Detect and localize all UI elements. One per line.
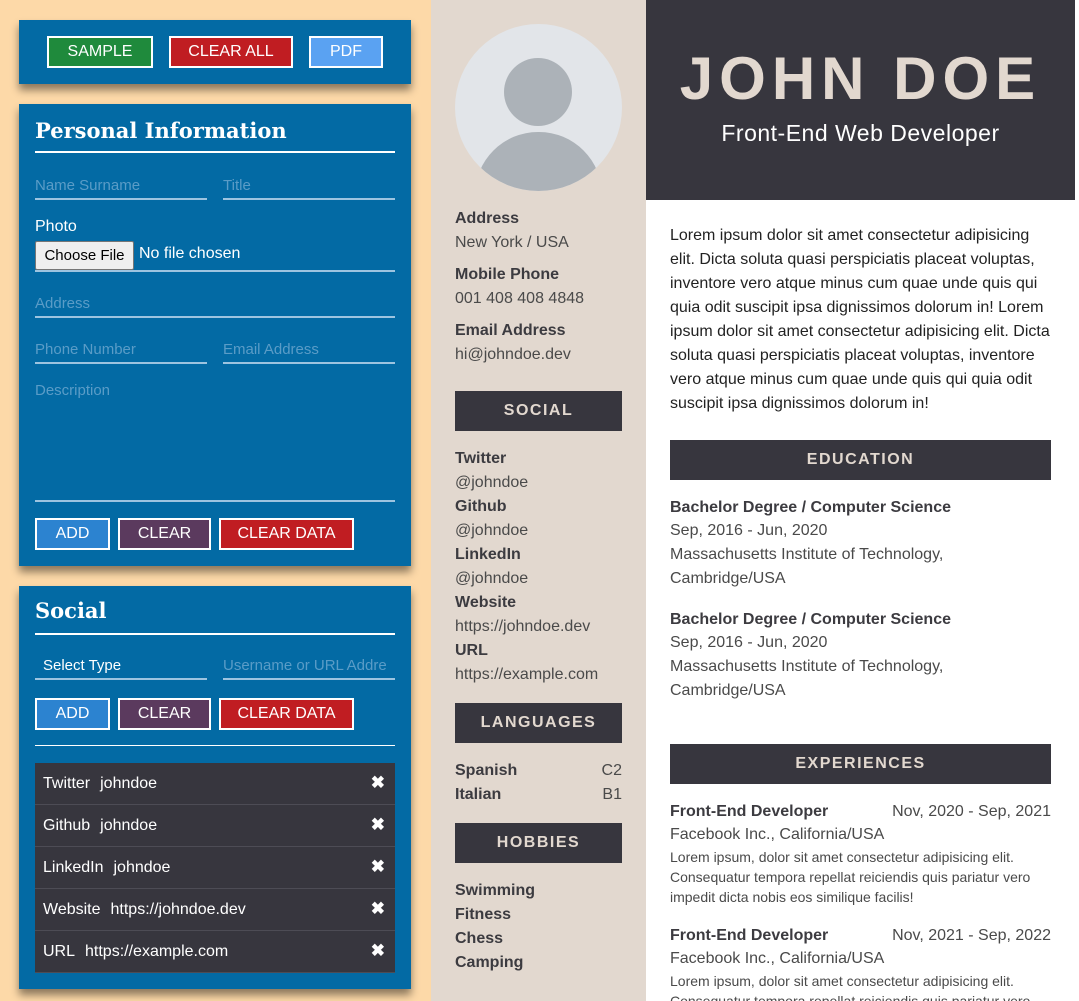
email-input[interactable]: Email Address	[223, 336, 395, 364]
social-value: @johndoe	[455, 474, 529, 491]
education-degree: Bachelor Degree / Computer Science	[670, 499, 951, 516]
social-list-item: LinkedIn johndoe ✖	[35, 847, 395, 889]
sample-button[interactable]: SAMPLE	[47, 36, 153, 68]
clear-personal-button[interactable]: CLEAR	[118, 518, 211, 550]
languages-heading: LANGUAGES	[455, 703, 622, 743]
education-degree: Bachelor Degree / Computer Science	[670, 611, 951, 628]
social-title: Social	[35, 598, 107, 623]
language-name: Italian	[455, 786, 502, 803]
cv-sidebar: Address New York / USA Mobile Phone 001 …	[431, 0, 646, 1001]
social-list-item: URL https://example.com ✖	[35, 931, 395, 973]
add-social-button[interactable]: ADD	[35, 698, 110, 730]
name-input[interactable]: Name Surname	[35, 172, 207, 200]
social-value: @johndoe	[455, 522, 529, 539]
close-icon[interactable]: ✖	[371, 815, 385, 835]
experience-role: Front-End Developer	[670, 803, 829, 820]
experience-company: Facebook Inc., California/USA	[670, 826, 885, 843]
social-label: LinkedIn	[455, 546, 521, 563]
language-level: C2	[601, 762, 622, 779]
title-input[interactable]: Title	[223, 172, 395, 200]
social-panel: Social Select Type Username or URL Addre…	[19, 586, 411, 989]
social-list-item: Twitter johndoe ✖	[35, 763, 395, 805]
email-label: Email Address	[455, 322, 566, 339]
social-divider	[35, 633, 395, 635]
cv-description: Lorem ipsum dolor sit amet consectetur a…	[670, 227, 1050, 412]
pdf-button[interactable]: PDF	[309, 36, 383, 68]
title-divider	[35, 151, 395, 153]
hobbies-heading: HOBBIES	[455, 823, 622, 863]
social-list: Twitter johndoe ✖ Github johndoe ✖ Linke…	[35, 763, 395, 973]
social-list-item: Github johndoe ✖	[35, 805, 395, 847]
toolbar-panel: SAMPLE CLEAR ALL PDF	[19, 20, 411, 84]
social-label: Twitter	[455, 450, 507, 467]
social-label: URL	[455, 642, 488, 659]
social-label: Github	[455, 498, 507, 515]
cv-header: JOHN DOE Front-End Web Developer	[646, 0, 1075, 200]
photo-divider	[35, 270, 395, 272]
add-personal-button[interactable]: ADD	[35, 518, 110, 550]
no-file-chosen-text: No file chosen	[139, 245, 241, 262]
address-label: Address	[455, 210, 520, 227]
experience-dates: Nov, 2021 - Sep, 2022	[892, 927, 1051, 944]
experience-description: Lorem ipsum, dolor sit amet consectetur …	[670, 973, 1031, 1001]
experience-company: Facebook Inc., California/USA	[670, 950, 885, 967]
close-icon[interactable]: ✖	[371, 899, 385, 919]
hobby-item: Fitness	[455, 906, 512, 923]
cv-name: JOHN DOE	[679, 45, 1042, 112]
cv-job-title: Front-End Web Developer	[721, 120, 1000, 146]
close-icon[interactable]: ✖	[371, 857, 385, 877]
personal-information-panel: Personal Information Name Surname Title …	[19, 104, 411, 566]
hobby-item: Swimming	[455, 882, 536, 899]
close-icon[interactable]: ✖	[371, 773, 385, 793]
address-value: New York / USA	[455, 234, 569, 251]
language-name: Spanish	[455, 762, 518, 779]
photo-label: Photo	[35, 218, 77, 235]
clear-social-button[interactable]: CLEAR	[118, 698, 211, 730]
education-dates: Sep, 2016 - Jun, 2020	[670, 522, 828, 539]
social-label: Website	[455, 594, 517, 611]
choose-file-button[interactable]: Choose File	[35, 241, 134, 270]
social-list-divider	[35, 745, 395, 746]
cv-main: JOHN DOE Front-End Web Developer Lorem i…	[646, 0, 1079, 1001]
description-textarea[interactable]: Description	[35, 380, 395, 502]
experience-role: Front-End Developer	[670, 927, 829, 944]
experiences-heading: EXPERIENCES	[670, 744, 1051, 784]
social-value: https://example.com	[455, 666, 599, 683]
close-icon[interactable]: ✖	[371, 941, 385, 961]
education-school: Massachusetts Institute of Technology,	[670, 658, 944, 675]
education-school: Massachusetts Institute of Technology,	[670, 546, 944, 563]
experience-description: Lorem ipsum, dolor sit amet consectetur …	[670, 849, 1031, 905]
social-value: https://johndoe.dev	[455, 618, 591, 635]
clear-all-button[interactable]: CLEAR ALL	[169, 36, 293, 68]
phone-label: Mobile Phone	[455, 266, 559, 283]
hobby-item: Chess	[455, 930, 504, 947]
avatar-placeholder-icon	[455, 24, 622, 191]
education-location: Cambridge/USA	[670, 570, 786, 587]
education-dates: Sep, 2016 - Jun, 2020	[670, 634, 828, 651]
social-value: @johndoe	[455, 570, 529, 587]
education-location: Cambridge/USA	[670, 682, 786, 699]
social-heading: SOCIAL	[455, 391, 622, 431]
email-value: hi@johndoe.dev	[455, 346, 571, 363]
phone-value: 001 408 408 4848	[455, 290, 585, 307]
clear-data-personal-button[interactable]: CLEAR DATA	[219, 518, 354, 550]
social-url-input[interactable]: Username or URL Addre	[223, 652, 395, 680]
hobby-item: Camping	[455, 954, 524, 971]
clear-data-social-button[interactable]: CLEAR DATA	[219, 698, 354, 730]
language-level: B1	[602, 786, 622, 803]
social-type-select[interactable]: Select Type	[35, 652, 207, 680]
experience-dates: Nov, 2020 - Sep, 2021	[892, 803, 1051, 820]
personal-information-title: Personal Information	[35, 118, 287, 143]
education-heading: EDUCATION	[670, 440, 1051, 480]
social-list-item: Website https://johndoe.dev ✖	[35, 889, 395, 931]
phone-input[interactable]: Phone Number	[35, 336, 207, 364]
address-input[interactable]: Address	[35, 290, 395, 318]
